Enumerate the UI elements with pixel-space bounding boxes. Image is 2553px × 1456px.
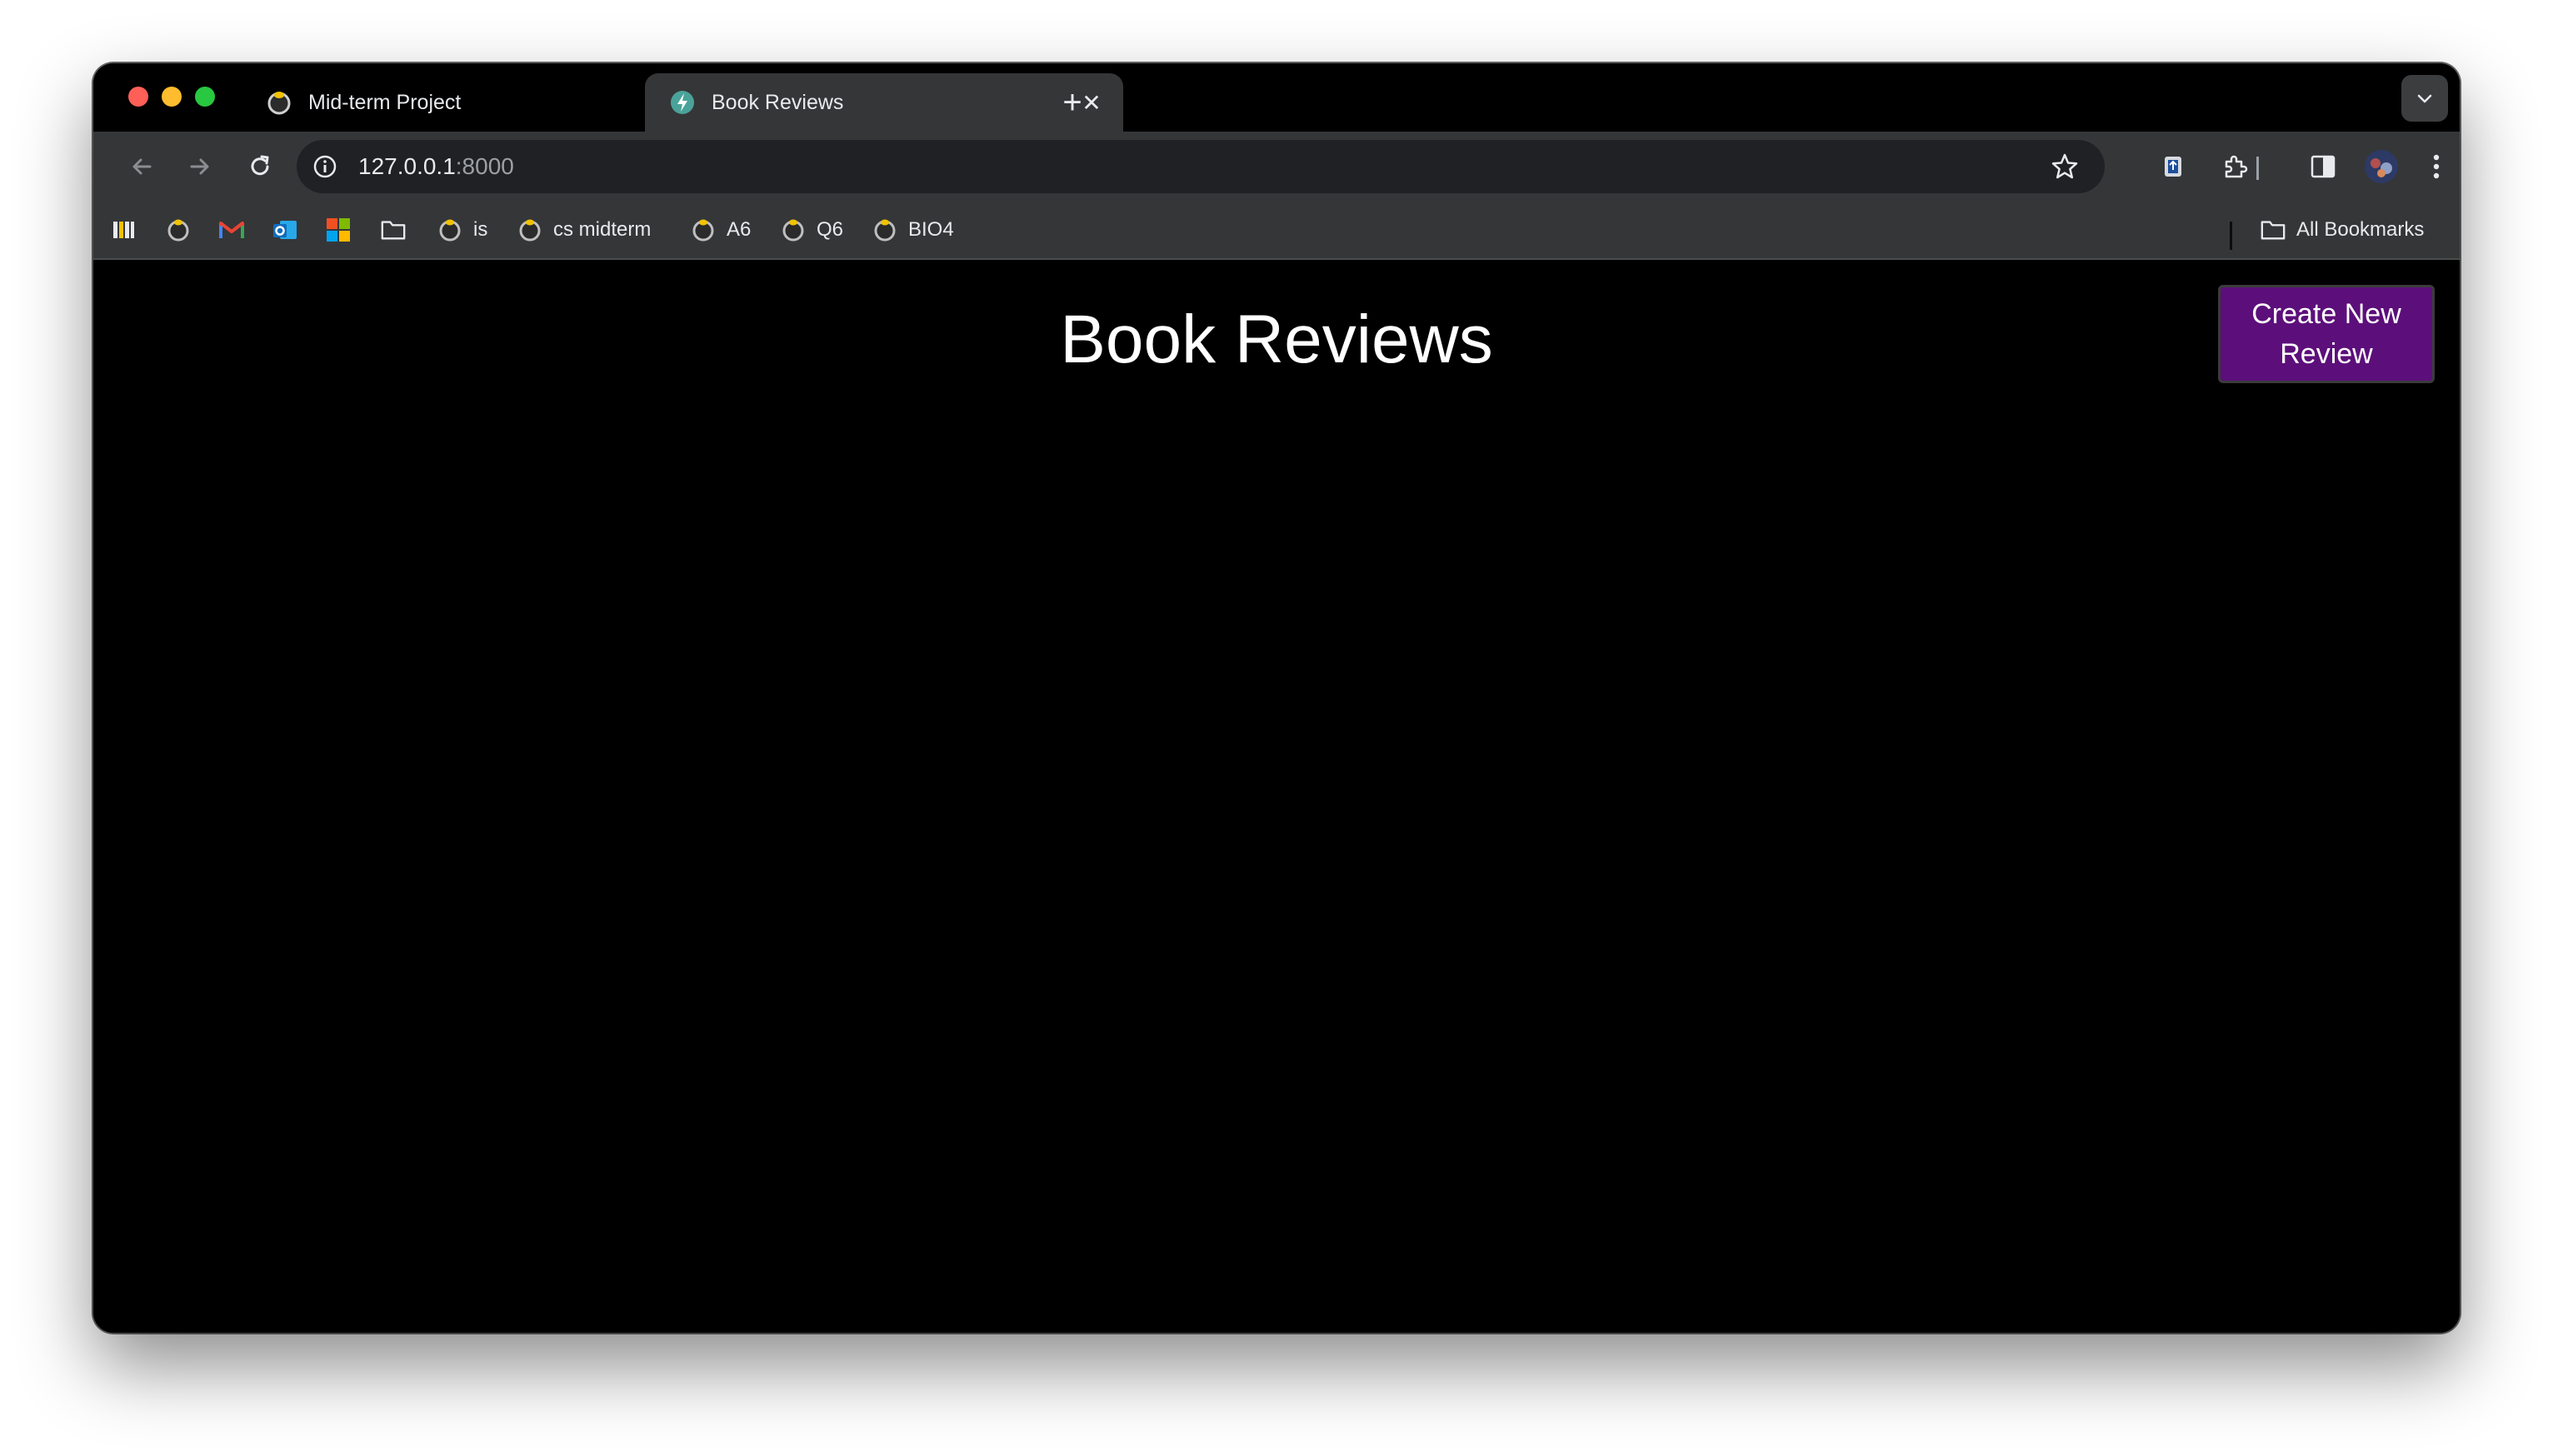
bookmark-bio4[interactable]: BIO4 [872, 213, 954, 247]
browser-toolbar: 127.0.0.1:8000 [93, 132, 2460, 202]
bookmark-bars-logo[interactable] [110, 213, 137, 247]
owl-icon [690, 217, 717, 243]
folder-icon [2260, 217, 2286, 243]
menu-kebab-icon[interactable] [2415, 145, 2458, 188]
owl-icon [165, 217, 192, 243]
new-tab-icon[interactable]: + [1052, 82, 1093, 123]
url-port: :8000 [455, 153, 514, 179]
minimize-window-button[interactable] [162, 87, 182, 107]
owl-icon [872, 217, 898, 243]
back-button[interactable] [120, 145, 163, 188]
bookmark-q6[interactable]: Q6 [780, 213, 843, 247]
gmail-icon [218, 217, 245, 243]
arrow-left-icon [132, 158, 152, 175]
close-window-button[interactable] [128, 87, 148, 107]
address-bar[interactable]: 127.0.0.1:8000 [297, 140, 2105, 193]
bookmark-owl[interactable] [165, 213, 192, 247]
puzzle-extensions-icon[interactable] [2213, 145, 2256, 188]
microsoft-icon [325, 217, 352, 243]
bookmark-a6[interactable]: A6 [690, 213, 751, 247]
bookmark-label: is [473, 218, 488, 241]
bolt-icon [670, 90, 695, 115]
share-extension-icon[interactable] [2151, 145, 2195, 188]
forward-button[interactable] [178, 145, 222, 188]
bookmark-is[interactable]: is [437, 213, 487, 247]
owl-icon [780, 217, 807, 243]
profile-avatar[interactable] [2360, 145, 2403, 188]
bars-logo-icon [110, 217, 137, 243]
bookmark-cs-midterm[interactable]: cs midterm [517, 213, 651, 247]
all-bookmarks-label: All Bookmarks [2296, 218, 2425, 241]
page-title: Book Reviews [1060, 302, 1493, 377]
bookmark-star-icon[interactable] [2050, 152, 2080, 182]
arrow-right-icon [190, 158, 209, 175]
tab-title: Book Reviews [712, 90, 844, 114]
chevron-down-icon [2417, 94, 2432, 103]
tab-strip: Mid-term Project ✕ Book Reviews ✕ + [93, 63, 2460, 132]
bookmark-outlook[interactable] [272, 213, 298, 247]
tab-title: Mid-term Project [308, 90, 462, 114]
reload-button[interactable] [238, 145, 282, 188]
bookmark-label: BIO4 [908, 218, 954, 241]
bookmarks-divider [2230, 222, 2232, 250]
side-panel-icon[interactable] [2301, 145, 2345, 188]
create-new-review-button[interactable]: Create New Review [2218, 285, 2435, 383]
owl-icon [517, 217, 543, 243]
browser-window: Mid-term Project ✕ Book Reviews ✕ + [93, 63, 2460, 1333]
all-bookmarks-button[interactable]: All Bookmarks [2260, 213, 2424, 247]
outlook-icon [272, 217, 298, 243]
url-text: 127.0.0.1:8000 [358, 153, 514, 180]
bookmark-label: A6 [727, 218, 752, 241]
bookmark-label: Q6 [817, 218, 844, 241]
url-host: 127.0.0.1 [358, 153, 456, 179]
bookmark-folder[interactable] [380, 213, 407, 247]
page-content: Book Reviews Create New Review [93, 260, 2460, 1333]
owl-icon [267, 90, 292, 115]
tab-search-button[interactable] [2401, 75, 2448, 122]
bookmark-label: cs midterm [553, 218, 652, 241]
folder-icon [380, 217, 407, 243]
site-info-icon[interactable] [310, 152, 340, 182]
owl-icon [437, 217, 463, 243]
toolbar-divider [2256, 157, 2259, 180]
bookmarks-bar: is cs midterm A6 Q6 BIO4 All Bookmarks [93, 202, 2460, 260]
bookmark-microsoft[interactable] [325, 213, 352, 247]
reload-icon [251, 155, 269, 176]
bookmark-gmail[interactable] [218, 213, 245, 247]
maximize-window-button[interactable] [195, 87, 215, 107]
